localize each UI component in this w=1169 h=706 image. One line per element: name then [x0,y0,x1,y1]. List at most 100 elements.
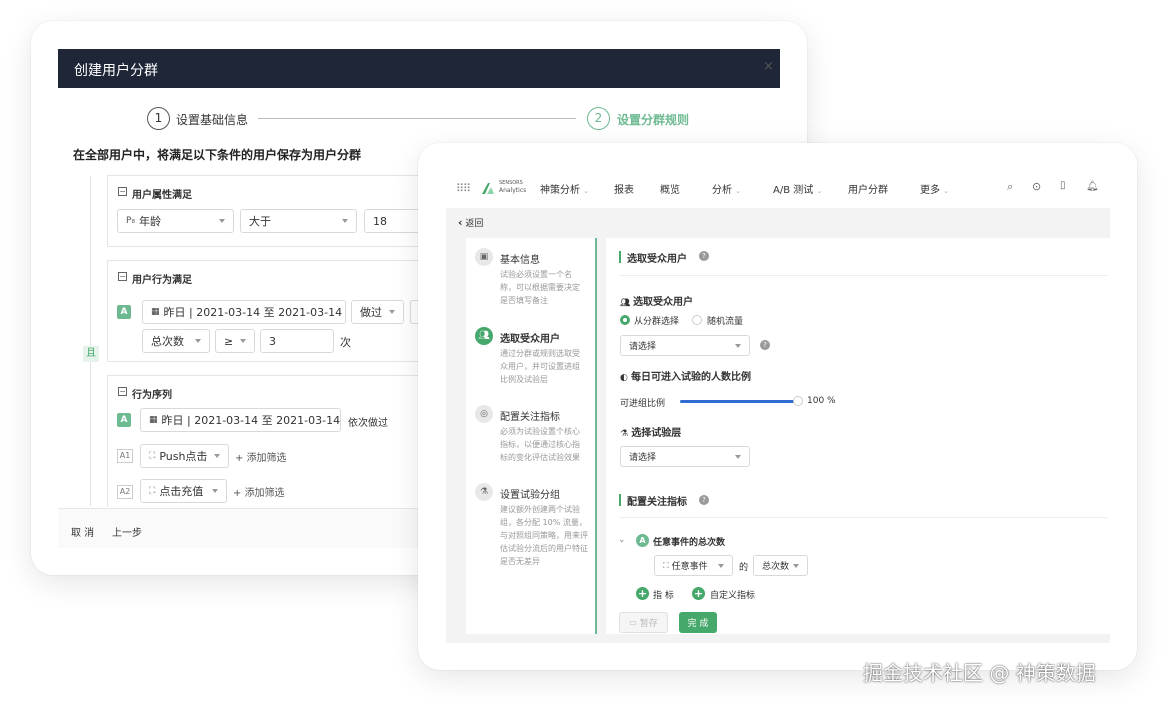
back-link[interactable]: ‹ 返回 [458,216,483,229]
event-icon: ⛶ [149,486,156,496]
step-groups-desc-4: 估试验分流后的用户特征 [500,544,588,553]
calendar-icon: ▦ [151,307,160,317]
cancel-button[interactable]: 取 消 [71,524,94,539]
count-input[interactable]: 3 [260,329,334,353]
section-metrics-title: 配置关注指标 [627,497,687,508]
nav-analysis[interactable]: 分析 ⌄ [712,181,741,196]
collapse-icon[interactable]: − [118,187,127,196]
add-custom-metric-icon[interactable]: + [692,587,705,600]
save-icon: ▭ [629,618,637,627]
nav-reports[interactable]: 报表 [614,181,634,196]
event-select-recharge[interactable]: ⛶ 点击充值 [140,479,227,503]
help-icon[interactable]: ⊙ [1032,180,1041,193]
save-draft-label: 暂存 [639,619,658,629]
chevron-down-icon: ⌄ [583,187,590,195]
operator-select[interactable]: 大于 [240,209,357,233]
date-range-text: 昨日 | 2021-03-14 至 2021-03-14 [163,306,343,319]
done-label: 完 成 [687,619,709,629]
segment-description: 在全部用户中，将满足以下条件的用户保存为用户分群 [73,148,362,162]
save-draft-button[interactable]: ▭ 暂存 [619,612,668,633]
metric-select[interactable]: 总次数 [142,329,210,353]
chevron-down-icon[interactable]: ⌄ [618,535,626,545]
compare-select[interactable]: ≥ [215,329,255,353]
bell-icon[interactable]: 🔔︎ [1086,181,1099,192]
nav-overview[interactable]: 概览 [660,181,680,196]
condition-badge: A [117,305,131,319]
app-grid-icon[interactable]: ⠿⠿ [456,182,471,195]
radio-segment-label[interactable]: 从分群选择 [634,314,679,327]
radio-random[interactable] [692,315,702,325]
and-badge[interactable]: 且 [83,346,99,362]
dialog-title: 创建用户分群 [74,63,158,79]
compare-value: ≥ [224,334,234,348]
ratio-slider-handle[interactable] [793,396,803,406]
nav-more[interactable]: 更多 ⌄ [920,181,949,196]
metric-value: 总次数 [151,335,184,348]
ratio-slider-fill [680,400,798,403]
step-groups-desc-3: 与对照组同策略，用来评 [500,531,588,540]
close-icon[interactable]: × [763,59,774,74]
watermark: 掘金技术社区 @ 神策数据 [863,661,1096,685]
step-metrics-desc-1: 必须为试验设置个核心 [500,427,580,436]
radio-segment[interactable] [620,315,630,325]
event-select[interactable]: ⛶ 任意事件 [654,555,733,576]
chevron-left-icon: ‹ [458,216,463,229]
help-icon[interactable]: ? [760,340,770,350]
help-icon[interactable]: ? [699,251,709,261]
property-select[interactable]: P₈ 年龄 [117,209,234,233]
step-audience-desc-3: 比例及试验层 [500,375,548,384]
radio-random-label[interactable]: 随机流量 [707,314,743,327]
action-select[interactable]: 做过 [351,300,404,324]
event-icon: ⛶ [149,451,156,461]
add-metric-button[interactable]: 指 标 [653,588,674,601]
value-input[interactable]: 18 [364,209,424,233]
add-filter-text: 添加筛选 [246,453,287,464]
step-metrics-title[interactable]: 配置关注指标 [500,408,560,423]
users-icon: 👥︎ [620,298,633,307]
step-2-circle: 2 [587,107,610,130]
slider-label: 可进组比例 [620,399,666,409]
section-marker [619,494,621,506]
product-name: 神策分析 [540,185,580,196]
search-icon[interactable]: ⌕ [1007,180,1013,194]
count-unit: 次 [340,336,351,349]
nav-ab-test[interactable]: A/B 测试 ⌄ [773,181,822,196]
step-audience-desc-1: 通过分群或规则选取受 [500,349,580,358]
segment-select[interactable]: 请选择 [620,335,750,356]
sequence-order-label: 依次做过 [348,418,388,429]
users-icon: 👥︎ [475,327,493,345]
metric-badge: A [636,534,649,547]
count-value: 3 [269,334,276,348]
step-groups-title[interactable]: 设置试验分组 [500,486,560,501]
mobile-icon[interactable]: ▯ [1060,180,1066,191]
done-button[interactable]: 完 成 [679,612,717,633]
event-select-push[interactable]: ⛶ Push点击 [140,444,229,468]
chevron-down-icon: ⌄ [816,187,823,195]
add-custom-metric-button[interactable]: 自定义指标 [710,588,755,601]
product-switcher[interactable]: 神策分析 ⌄ [540,181,589,196]
property-value: 年龄 [139,215,162,228]
group-1-title: 用户属性满足 [132,190,192,201]
layer-select[interactable]: 请选择 [620,446,750,467]
add-filter-link[interactable]: + 添加筛选 [233,484,285,499]
and-label: 且 [86,348,96,359]
add-metric-icon[interactable]: + [636,587,649,600]
brand-logo[interactable] [481,180,495,194]
collapse-icon[interactable]: − [118,387,127,396]
step-basic-title[interactable]: 基本信息 [500,251,540,266]
step-audience-title[interactable]: 选取受众用户 [500,330,560,345]
add-filter-link[interactable]: + 添加筛选 [235,449,287,464]
ratio-slider-track[interactable] [680,396,803,406]
aggregation-select[interactable]: 总次数 [753,555,808,576]
step-metrics-desc-2: 指标，以便通过核心指 [500,440,580,449]
date-range-picker[interactable]: ▦ 昨日 | 2021-03-14 至 2021-03-14 [142,300,346,324]
prev-step-button[interactable]: 上一步 [112,524,142,539]
collapse-icon[interactable]: − [118,272,127,281]
sensors-logo-icon [482,183,494,194]
help-icon[interactable]: ? [699,495,709,505]
section-audience-title: 选取受众用户 [627,254,687,265]
calendar-icon: ▦ [149,415,158,425]
nav-segments[interactable]: 用户分群 [848,181,888,196]
sequence-date-range[interactable]: ▦ 昨日 | 2021-03-14 至 2021-03-14 [140,408,341,432]
folder-icon: ▣ [475,248,493,266]
